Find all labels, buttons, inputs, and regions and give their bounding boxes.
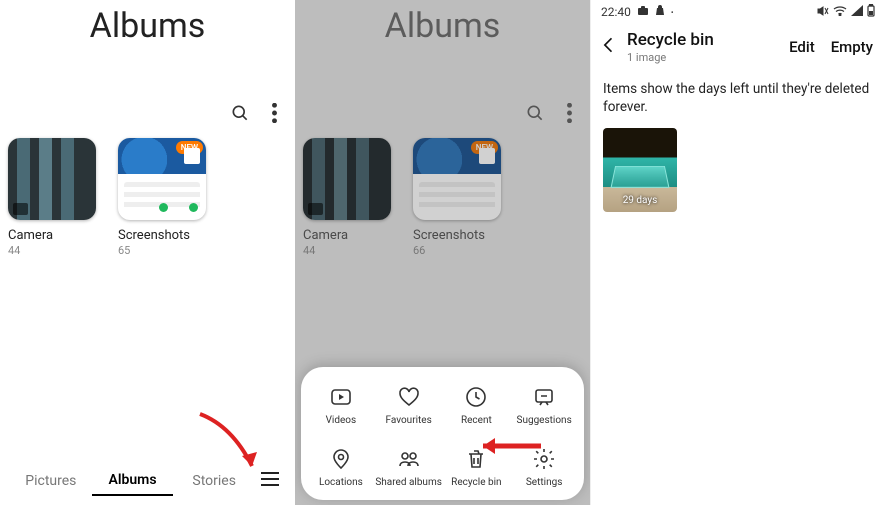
search-icon[interactable] <box>230 103 250 127</box>
tab-albums[interactable]: Albums <box>92 466 174 496</box>
album-thumbnail <box>303 138 391 220</box>
sheet-label: Locations <box>319 477 363 489</box>
album-thumbnail: NEW <box>413 138 501 220</box>
annotation-arrow <box>192 408 277 492</box>
panel-albums-main: Albums Camera 44 NEW Screenshots 65 <box>0 0 295 505</box>
signal-icon <box>851 5 863 19</box>
album-name: Camera <box>303 228 395 243</box>
page-subtitle: 1 image <box>627 51 714 64</box>
sheet-item-recent[interactable]: Recent <box>443 385 511 427</box>
toolbar <box>295 102 590 138</box>
bag-icon <box>655 5 665 19</box>
sheet-item-locations[interactable]: Locations <box>307 447 375 489</box>
album-count: 44 <box>303 244 395 257</box>
status-bar: 22:40 • <box>591 0 885 24</box>
search-icon[interactable] <box>525 103 545 127</box>
wifi-icon <box>833 5 847 19</box>
tab-pictures[interactable]: Pictures <box>10 467 92 495</box>
more-icon[interactable] <box>567 103 572 127</box>
sheet-label: Favourites <box>385 415 431 427</box>
dot-icon <box>189 203 198 212</box>
deleted-image-thumbnail[interactable]: 29 days <box>603 128 677 212</box>
album-count: 66 <box>413 244 505 257</box>
album-name: Screenshots <box>118 228 210 243</box>
dot-icon <box>159 203 168 212</box>
album-count: 65 <box>118 244 210 257</box>
album-grid: Camera 44 NEW Screenshots 66 <box>295 138 590 257</box>
dot-icon: • <box>671 8 674 17</box>
album-grid: Camera 44 NEW Screenshots 65 <box>0 138 295 257</box>
sheet-item-shared-albums[interactable]: Shared albums <box>375 447 443 489</box>
album-camera[interactable]: Camera 44 <box>8 138 100 257</box>
album-thumbnail <box>8 138 96 220</box>
empty-button[interactable]: Empty <box>831 38 873 56</box>
sheet-label: Suggestions <box>517 415 572 427</box>
album-camera[interactable]: Camera 44 <box>303 138 395 257</box>
qr-icon <box>479 148 495 164</box>
album-name: Screenshots <box>413 228 505 243</box>
sheet-label: Recent <box>461 415 492 427</box>
sheet-label: Recycle bin <box>451 477 501 489</box>
days-left-label: 29 days <box>603 195 677 206</box>
video-badge-icon <box>308 203 323 215</box>
sheet-label: Shared albums <box>375 477 442 489</box>
sheet-item-videos[interactable]: Videos <box>307 385 375 427</box>
info-text: Items show the days left until they're d… <box>591 74 885 126</box>
page-title: Recycle bin <box>627 30 714 50</box>
more-icon[interactable] <box>272 103 277 127</box>
back-icon[interactable] <box>599 35 619 59</box>
battery-icon <box>867 4 875 20</box>
status-time: 22:40 <box>601 5 631 19</box>
video-badge-icon <box>13 203 28 215</box>
qr-icon <box>184 148 200 164</box>
album-name: Camera <box>8 228 100 243</box>
page-title: Albums <box>295 0 590 102</box>
album-count: 44 <box>8 244 100 257</box>
album-screenshots[interactable]: NEW Screenshots 66 <box>413 138 505 257</box>
annotation-arrow <box>465 432 545 466</box>
album-screenshots[interactable]: NEW Screenshots 65 <box>118 138 210 257</box>
edit-button[interactable]: Edit <box>789 38 815 56</box>
sheet-item-favourites[interactable]: Favourites <box>375 385 443 427</box>
mute-icon <box>817 5 829 20</box>
camera-icon <box>637 5 649 19</box>
toolbar <box>0 102 295 138</box>
panel-recycle-bin: 22:40 • <box>590 0 885 505</box>
page-title: Albums <box>0 0 295 102</box>
sheet-label: Videos <box>326 415 357 427</box>
album-thumbnail: NEW <box>118 138 206 220</box>
sheet-label: Settings <box>526 477 563 489</box>
sheet-item-suggestions[interactable]: Suggestions <box>510 385 578 427</box>
panel-albums-menu: Albums Camera 44 NEW Screenshots 66 <box>295 0 590 505</box>
recycle-bin-header: Recycle bin 1 image Edit Empty <box>591 24 885 74</box>
